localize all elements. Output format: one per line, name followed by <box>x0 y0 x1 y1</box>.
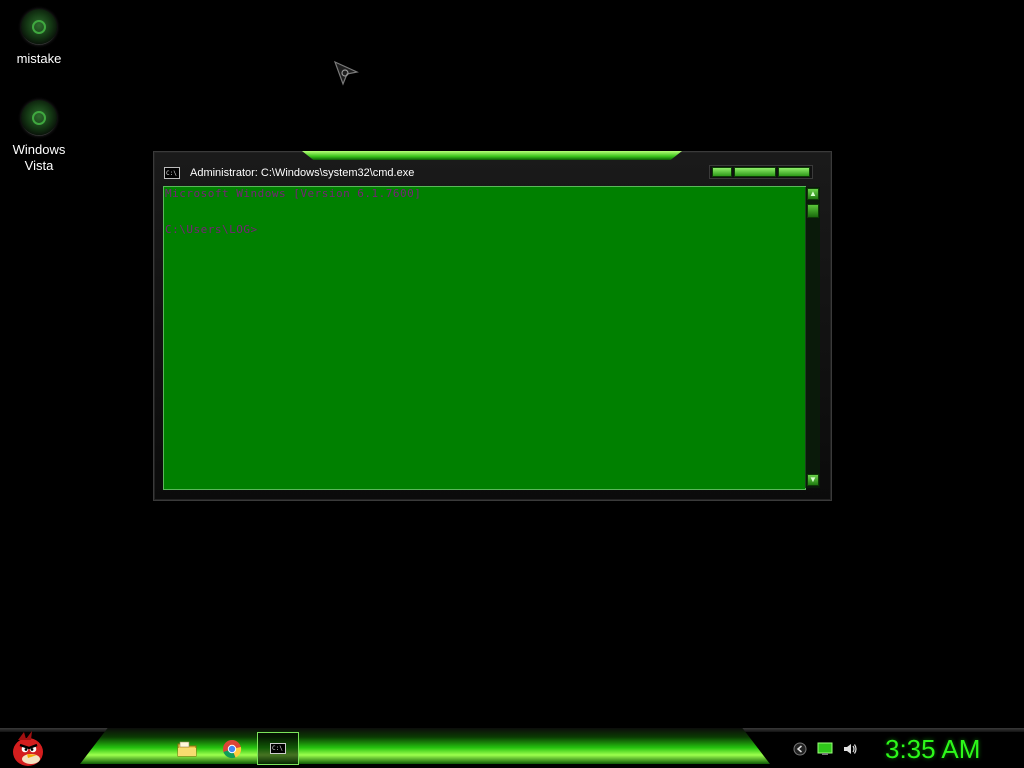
maximize-button[interactable] <box>734 167 776 177</box>
console-line: Microsoft Windows [Version 6.1.7600] <box>165 187 422 200</box>
taskbar <box>0 728 1024 768</box>
close-button[interactable] <box>778 167 810 177</box>
cmd-icon: C:\ <box>270 743 286 754</box>
taskbar-clock[interactable]: 3:35 AM <box>885 733 980 765</box>
chrome-icon[interactable] <box>221 738 243 760</box>
desktop: mistake Windows Vista C:\ Administrator:… <box>0 0 1024 768</box>
green-recycle-orb-icon <box>21 100 57 136</box>
up-arrow-icon[interactable] <box>792 742 808 756</box>
network-icon[interactable] <box>817 742 833 756</box>
window-title: Administrator: C:\Windows\system32\cmd.e… <box>190 167 415 179</box>
desktop-icon-label: Windows Vista <box>12 142 66 173</box>
desktop-icon-windows-vista[interactable]: Windows Vista <box>1 100 77 174</box>
volume-icon[interactable] <box>842 742 858 756</box>
folder-icon[interactable] <box>176 738 198 760</box>
console-prompt: C:\Users\LOG> <box>165 223 258 236</box>
angry-bird-start-icon[interactable] <box>8 728 48 768</box>
scrollbar-thumb[interactable] <box>807 204 819 218</box>
title-glow <box>302 151 682 160</box>
title-bar[interactable]: C:\ Administrator: C:\Windows\system32\c… <box>162 166 702 182</box>
desktop-icon-label: mistake <box>16 51 62 66</box>
cmd-icon: C:\ <box>164 167 180 179</box>
scroll-up-arrow-icon[interactable]: ▲ <box>807 188 819 200</box>
cmd-window[interactable]: C:\ Administrator: C:\Windows\system32\c… <box>153 151 832 501</box>
green-orb-icon <box>21 9 57 45</box>
desktop-icon-mistake[interactable]: mistake <box>1 9 77 67</box>
vertical-scrollbar[interactable]: ▲ ▼ <box>805 187 820 488</box>
scroll-down-arrow-icon[interactable]: ▼ <box>807 474 819 486</box>
mouse-cursor-icon <box>333 60 359 86</box>
taskbar-cmd-button[interactable]: C:\ <box>257 732 299 765</box>
minimize-button[interactable] <box>712 167 732 177</box>
console-output[interactable]: Microsoft Windows [Version 6.1.7600] C:\… <box>163 186 806 490</box>
caption-buttons <box>709 165 813 179</box>
